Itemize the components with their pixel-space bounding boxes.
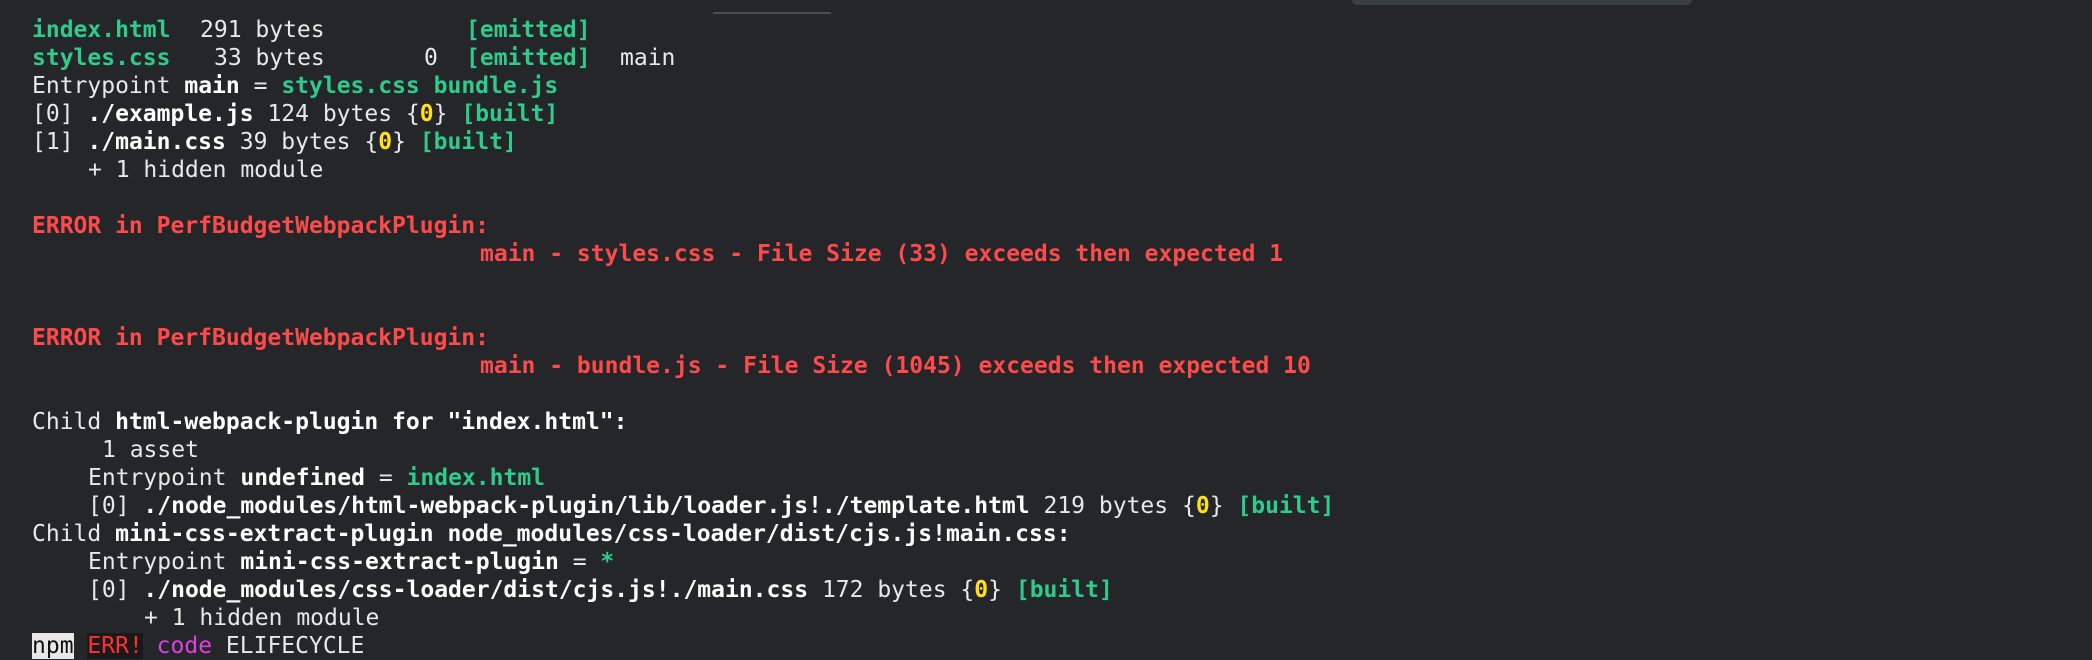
child-hidden-line: + 1 hidden module	[32, 604, 2072, 632]
entrypoint-prefix: Entrypoint	[32, 73, 171, 99]
module-size: 219 bytes	[1043, 493, 1169, 519]
error-title-line: ERROR in PerfBudgetWebpackPlugin:	[32, 212, 2072, 240]
asset-name: index.html	[32, 17, 171, 43]
code-label: code	[156, 633, 213, 659]
brace-open: {	[1181, 493, 1196, 519]
child-entrypoint-line: Entrypoint undefined = index.html	[32, 464, 2072, 492]
brace-close: }	[433, 101, 448, 127]
child-module-line: [0] ./node_modules/html-webpack-plugin/l…	[32, 492, 2072, 520]
window-overlay-bar	[1352, 0, 1692, 5]
window-tab-indicator	[713, 12, 831, 14]
asset-chunk: 0	[424, 45, 438, 71]
error-message-line: main - styles.css - File Size (33) excee…	[32, 240, 2072, 268]
npm-error-line: npm ERR! code ELIFECYCLE	[32, 632, 2072, 660]
child-module-line: [0] ./node_modules/css-loader/dist/cjs.j…	[32, 576, 2072, 604]
error-title-line: ERROR in PerfBudgetWebpackPlugin:	[32, 324, 2072, 352]
error-title: ERROR in PerfBudgetWebpackPlugin:	[32, 213, 489, 239]
asset-line: styles.css 33 bytes 0 [emitted] main	[32, 44, 2072, 72]
child-entry-file: *	[600, 549, 615, 575]
npm-label: npm	[32, 633, 74, 659]
hidden-modules: + 1 hidden module	[144, 605, 380, 631]
error-title: ERROR in PerfBudgetWebpackPlugin:	[32, 325, 489, 351]
module-id: [0]	[32, 101, 74, 127]
asset-name: styles.css	[32, 45, 171, 71]
asset-line: index.html 291 bytes [emitted]	[32, 16, 2072, 44]
child-prefix: Child	[32, 521, 102, 547]
module-path: ./example.js	[87, 101, 254, 127]
child-entry-prefix: Entrypoint	[88, 465, 227, 491]
error-code: ELIFECYCLE	[225, 633, 365, 659]
module-status: [built]	[419, 129, 517, 155]
module-line: [1] ./main.css 39 bytes {0} [built]	[32, 128, 2072, 156]
module-line: [0] ./example.js 124 bytes {0} [built]	[32, 100, 2072, 128]
entrypoint-line: Entrypoint main = styles.css bundle.js	[32, 72, 2072, 100]
asset-status: [emitted]	[466, 45, 591, 71]
module-size: 124 bytes	[267, 101, 393, 127]
module-path: ./main.css	[87, 129, 226, 155]
child-entry-eq: =	[378, 465, 393, 491]
module-size: 172 bytes	[821, 577, 947, 603]
child-name: mini-css-extract-plugin node_modules/css…	[115, 521, 1071, 547]
module-status: [built]	[1237, 493, 1335, 519]
child-name: html-webpack-plugin for "index.html":	[115, 409, 628, 435]
err-badge: ERR!	[87, 633, 143, 659]
child-entry-prefix: Entrypoint	[88, 549, 227, 575]
child-header-line: Child mini-css-extract-plugin node_modul…	[32, 520, 2072, 548]
child-header-line: Child html-webpack-plugin for "index.htm…	[32, 408, 2072, 436]
brace-close: }	[1209, 493, 1224, 519]
module-path: ./node_modules/css-loader/dist/cjs.js!./…	[143, 577, 809, 603]
child-entrypoint-line: Entrypoint mini-css-extract-plugin = *	[32, 548, 2072, 576]
child-assets: 1 asset	[102, 437, 199, 463]
entrypoint-files: styles.css bundle.js	[281, 73, 559, 99]
module-chunk: 0	[419, 101, 434, 127]
error-message: main - bundle.js - File Size (1045) exce…	[480, 353, 1311, 379]
asset-size: 33 bytes	[214, 45, 325, 71]
error-message: main - styles.css - File Size (33) excee…	[480, 241, 1284, 267]
module-chunk: 0	[1195, 493, 1210, 519]
asset-status: [emitted]	[466, 17, 591, 43]
asset-size: 291 bytes	[200, 17, 325, 43]
entrypoint-eq: =	[253, 73, 268, 99]
module-id: [0]	[88, 577, 130, 603]
entrypoint-name: main	[184, 73, 240, 99]
error-message-line: main - bundle.js - File Size (1045) exce…	[32, 352, 2072, 380]
child-entry-file: index.html	[406, 465, 546, 491]
child-entry-name: mini-css-extract-plugin	[240, 549, 559, 575]
module-path: ./node_modules/html-webpack-plugin/lib/l…	[143, 493, 1030, 519]
asset-chunk-name: main	[620, 45, 676, 71]
module-status: [built]	[461, 101, 559, 127]
child-prefix: Child	[32, 409, 102, 435]
child-entry-eq: =	[572, 549, 587, 575]
brace-open: {	[405, 101, 420, 127]
module-chunk: 0	[974, 577, 989, 603]
brace-open: {	[960, 577, 975, 603]
module-id: [1]	[32, 129, 74, 155]
brace-open: {	[364, 129, 379, 155]
hidden-modules-line: + 1 hidden module	[32, 156, 2072, 184]
child-assets-line: 1 asset	[32, 436, 2072, 464]
module-id: [0]	[88, 493, 130, 519]
module-chunk: 0	[378, 129, 393, 155]
module-status: [built]	[1015, 577, 1113, 603]
module-size: 39 bytes	[239, 129, 351, 155]
brace-close: }	[392, 129, 406, 155]
child-entry-name: undefined	[240, 465, 365, 491]
terminal-output: index.html 291 bytes [emitted] styles.cs…	[32, 16, 2072, 660]
hidden-modules: + 1 hidden module	[88, 157, 324, 183]
brace-close: }	[988, 577, 1002, 603]
